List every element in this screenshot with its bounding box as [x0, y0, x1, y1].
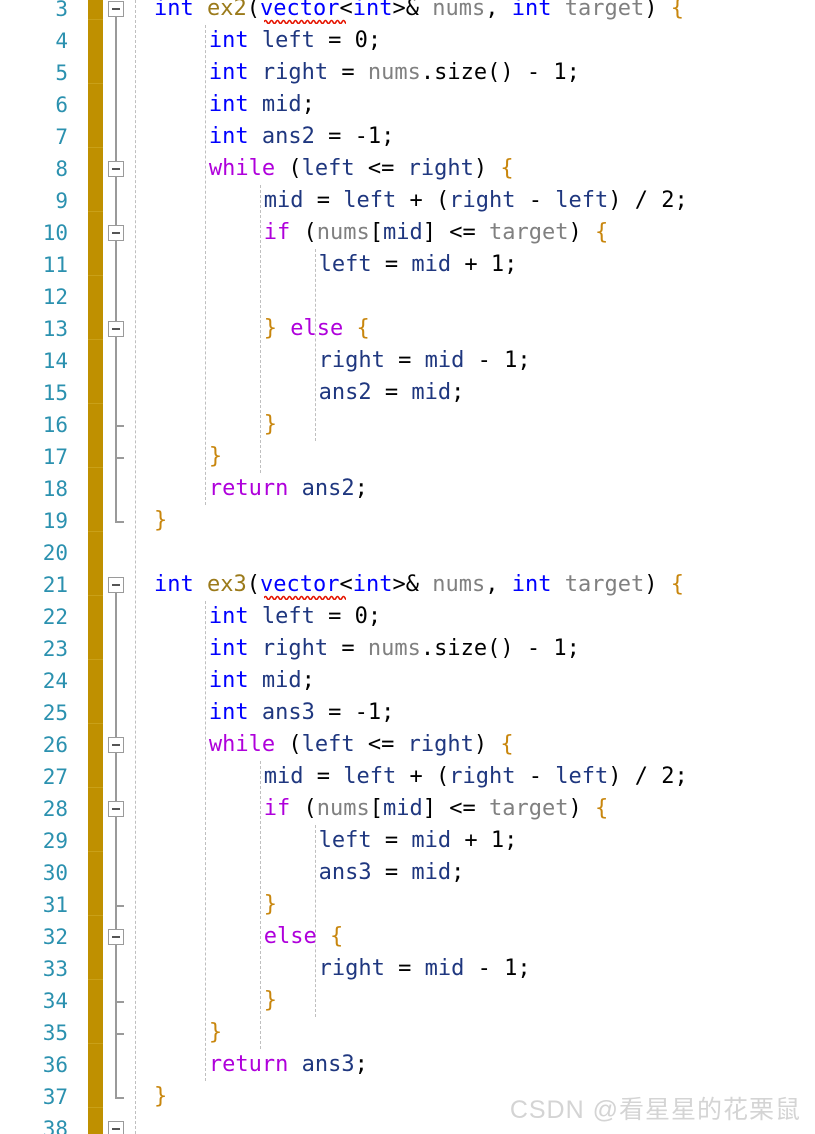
csdn-watermark: CSDN @看星星的花栗鼠	[509, 1096, 801, 1124]
code-line[interactable]: else {	[264, 921, 343, 953]
code-line[interactable]: } else {	[264, 313, 370, 345]
code-line[interactable]: int right = nums.size() - 1;	[209, 633, 580, 665]
code-line[interactable]: }	[209, 441, 222, 473]
code-line[interactable]: return ans2;	[209, 473, 368, 505]
error-squiggle	[263, 594, 347, 600]
code-line[interactable]: int ex3(vector<int>& nums, int target) {	[154, 569, 684, 601]
code-line[interactable]: left = mid + 1;	[319, 249, 518, 281]
code-line[interactable]: right = mid - 1;	[319, 953, 531, 985]
code-line[interactable]: }	[154, 505, 167, 537]
code-line[interactable]: int mid;	[209, 89, 315, 121]
code-line[interactable]: if (nums[mid] <= target) {	[264, 217, 608, 249]
code-line[interactable]: ans3 = mid;	[319, 857, 465, 889]
code-line[interactable]: }	[154, 1081, 167, 1113]
code-line[interactable]: int left = 0;	[209, 25, 381, 57]
code-line[interactable]: int mid;	[209, 665, 315, 697]
code-line[interactable]: while (left <= right) {	[209, 153, 514, 185]
code-line[interactable]: int ex2(vector<int>& nums, int target) {	[154, 0, 684, 25]
code-line[interactable]: }	[264, 985, 277, 1017]
code-text-layer[interactable]: int ex2(vector<int>& nums, int target) {…	[0, 0, 815, 1134]
code-line[interactable]: mid = left + (right - left) / 2;	[264, 185, 688, 217]
code-editor-viewport[interactable]: 3 4 5 6 7 8 9 10 11 12 13 14 15 16 17 18 19 20 21 22 23 24 25 2…	[0, 0, 815, 1134]
code-line[interactable]: return ans3;	[209, 1049, 368, 1081]
code-line[interactable]: }	[264, 409, 277, 441]
code-line[interactable]: mid = left + (right - left) / 2;	[264, 761, 688, 793]
code-line[interactable]: while (left <= right) {	[209, 729, 514, 761]
code-line[interactable]: }	[264, 889, 277, 921]
code-line[interactable]: if (nums[mid] <= target) {	[264, 793, 608, 825]
code-line[interactable]: int ans2 = -1;	[209, 121, 394, 153]
code-line[interactable]: int right = nums.size() - 1;	[209, 57, 580, 89]
code-line[interactable]: int ans3 = -1;	[209, 697, 394, 729]
error-squiggle	[263, 18, 347, 24]
code-line[interactable]: right = mid - 1;	[319, 345, 531, 377]
code-line[interactable]: int left = 0;	[209, 601, 381, 633]
code-line[interactable]: left = mid + 1;	[319, 825, 518, 857]
code-line[interactable]: ans2 = mid;	[319, 377, 465, 409]
code-line[interactable]: }	[209, 1017, 222, 1049]
